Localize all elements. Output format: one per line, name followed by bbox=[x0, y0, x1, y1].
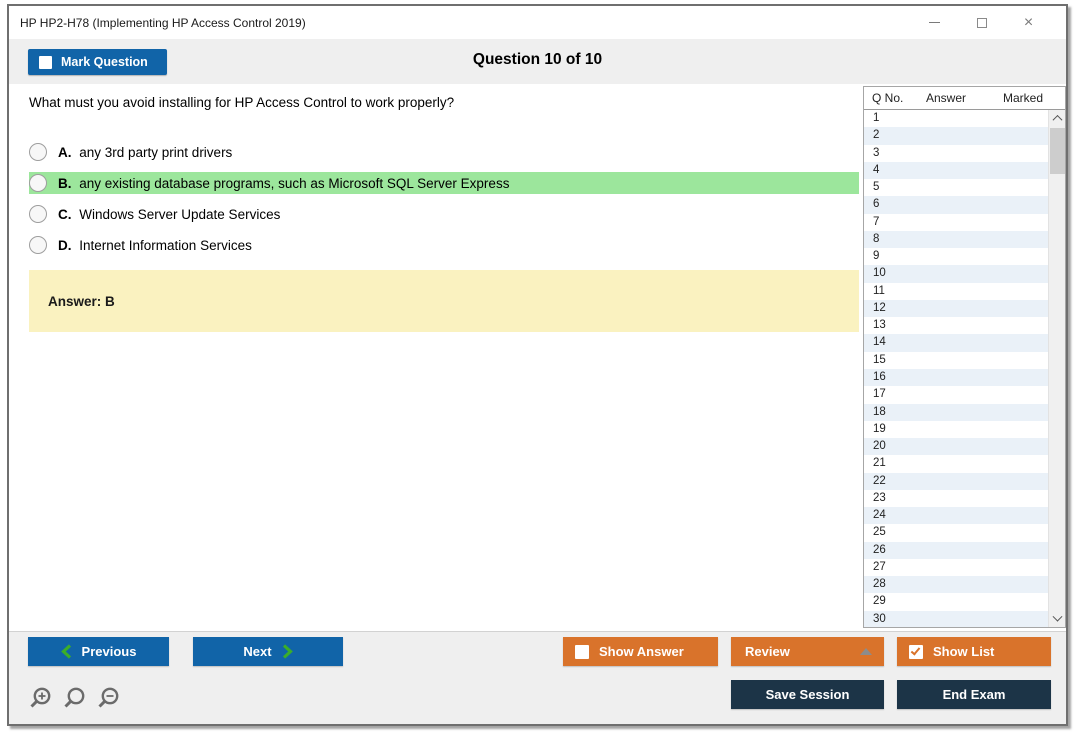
question-list-row[interactable]: 10 bbox=[864, 265, 1048, 283]
window-controls: × bbox=[911, 6, 1052, 39]
zoom-out-icon[interactable] bbox=[96, 686, 121, 711]
question-list-row[interactable]: 13 bbox=[864, 317, 1048, 334]
question-counter: Question 10 of 10 bbox=[472, 51, 603, 68]
end-exam-button[interactable]: End Exam bbox=[897, 680, 1051, 709]
option-label: B. any existing database programs, such … bbox=[58, 175, 510, 191]
question-list-row[interactable]: 14 bbox=[864, 334, 1048, 352]
show-list-checkbox[interactable] bbox=[909, 644, 923, 659]
option-radio[interactable] bbox=[29, 205, 47, 223]
option-label: A. any 3rd party print drivers bbox=[58, 144, 233, 160]
question-list-row[interactable]: 1 bbox=[864, 110, 1048, 127]
option-radio[interactable] bbox=[29, 143, 47, 161]
show-list-button[interactable]: Show List bbox=[897, 637, 1051, 666]
previous-button[interactable]: Previous bbox=[28, 637, 169, 666]
question-text: What must you avoid installing for HP Ac… bbox=[29, 95, 455, 110]
question-list-row[interactable]: 2 bbox=[864, 127, 1048, 145]
answer-text: Answer: B bbox=[48, 293, 115, 309]
scrollbar-thumb[interactable] bbox=[1050, 128, 1065, 174]
question-list-row[interactable]: 9 bbox=[864, 248, 1048, 265]
question-list-panel: Q No. Answer Marked 1 2 3 4 5 6 7 8 9 10 11 12 13 14 1… bbox=[863, 86, 1066, 628]
question-list-row[interactable]: 26 bbox=[864, 541, 1048, 559]
previous-label: Previous bbox=[81, 644, 137, 659]
question-list-row[interactable]: 7 bbox=[864, 214, 1048, 231]
option-radio[interactable] bbox=[29, 236, 47, 254]
question-list-row[interactable]: 18 bbox=[864, 403, 1048, 421]
question-list-header: Q No. Answer Marked bbox=[864, 87, 1065, 110]
question-list-row[interactable]: 28 bbox=[864, 576, 1048, 594]
save-session-button[interactable]: Save Session bbox=[731, 680, 884, 709]
chevron-left-icon bbox=[60, 644, 71, 659]
question-list-row[interactable]: 16 bbox=[864, 368, 1048, 387]
question-list-row[interactable]: 15 bbox=[864, 352, 1048, 369]
question-list-row[interactable]: 4 bbox=[864, 161, 1048, 180]
question-list-row[interactable]: 23 bbox=[864, 490, 1048, 507]
option-label: C. Windows Server Update Services bbox=[58, 206, 281, 222]
question-list-row[interactable]: 5 bbox=[864, 179, 1048, 196]
show-answer-checkbox[interactable] bbox=[575, 644, 589, 659]
option-row-a[interactable]: A. any 3rd party print drivers bbox=[29, 141, 859, 163]
question-list-row[interactable]: 22 bbox=[864, 472, 1048, 490]
close-button[interactable]: × bbox=[1005, 6, 1052, 39]
save-session-label: Save Session bbox=[765, 687, 850, 702]
show-answer-button[interactable]: Show Answer bbox=[563, 637, 718, 666]
minimize-button[interactable] bbox=[911, 6, 958, 39]
question-panel: What must you avoid installing for HP Ac… bbox=[9, 84, 863, 631]
option-row-b[interactable]: B. any existing database programs, such … bbox=[29, 172, 859, 194]
check-icon bbox=[910, 644, 921, 656]
question-list-row[interactable]: 8 bbox=[864, 230, 1048, 249]
review-label: Review bbox=[745, 644, 790, 659]
next-button[interactable]: Next bbox=[193, 637, 343, 666]
question-list-row[interactable]: 11 bbox=[864, 283, 1048, 300]
option-label: D. Internet Information Services bbox=[58, 237, 252, 253]
question-list-row[interactable]: 3 bbox=[864, 145, 1048, 162]
scroll-down-button[interactable] bbox=[1049, 611, 1065, 627]
footer-bar: Previous Next Show Answer Review Show Li… bbox=[9, 631, 1066, 724]
zoom-in-icon[interactable] bbox=[28, 686, 53, 711]
scroll-up-icon bbox=[1052, 114, 1063, 125]
question-list-row[interactable]: 30 bbox=[864, 610, 1048, 627]
question-list-body: 1 2 3 4 5 6 7 8 9 10 11 12 13 14 15 16 17 18 19 20 21 22 23 24 2… bbox=[864, 110, 1065, 627]
chevron-right-icon bbox=[282, 644, 293, 659]
minimize-icon bbox=[929, 22, 940, 23]
question-list-row[interactable]: 17 bbox=[864, 386, 1048, 403]
question-list-row[interactable]: 20 bbox=[864, 438, 1048, 456]
option-row-d[interactable]: D. Internet Information Services bbox=[29, 234, 859, 256]
question-list-row[interactable]: 25 bbox=[864, 524, 1048, 541]
scroll-up-button[interactable] bbox=[1049, 110, 1065, 126]
column-header-qno: Q No. bbox=[872, 91, 904, 105]
question-list-scrollbar[interactable] bbox=[1048, 110, 1065, 627]
option-radio[interactable] bbox=[29, 174, 47, 192]
next-label: Next bbox=[243, 644, 272, 659]
question-list-row[interactable]: 24 bbox=[864, 507, 1048, 525]
show-answer-label: Show Answer bbox=[599, 644, 684, 659]
window-title: HP HP2-H78 (Implementing HP Access Contr… bbox=[20, 15, 306, 30]
options-list: A. any 3rd party print drivers B. any exi… bbox=[29, 141, 863, 256]
maximize-button[interactable] bbox=[958, 6, 1005, 39]
zoom-icon[interactable] bbox=[62, 686, 87, 711]
question-list-row[interactable]: 21 bbox=[864, 455, 1048, 472]
question-list-row[interactable]: 12 bbox=[864, 299, 1048, 318]
zoom-controls bbox=[28, 686, 121, 711]
maximize-icon bbox=[976, 17, 987, 28]
question-rows: 1 2 3 4 5 6 7 8 9 10 11 12 13 14 15 16 17 18 19 20 21 22 23 24 2… bbox=[864, 110, 1065, 627]
triangle-up-icon bbox=[860, 648, 872, 655]
question-list-row[interactable]: 27 bbox=[864, 559, 1048, 576]
end-exam-label: End Exam bbox=[942, 687, 1006, 702]
header-bar: Mark Question Question 10 of 10 bbox=[9, 39, 1066, 84]
scroll-down-icon bbox=[1052, 611, 1063, 622]
column-header-answer: Answer bbox=[926, 91, 967, 105]
question-list-row[interactable]: 6 bbox=[864, 196, 1048, 214]
show-list-label: Show List bbox=[933, 644, 995, 659]
title-bar: HP HP2-H78 (Implementing HP Access Contr… bbox=[9, 6, 1066, 39]
answer-box: Answer: B bbox=[29, 270, 859, 332]
column-header-marked: Marked bbox=[1003, 91, 1044, 105]
option-row-c[interactable]: C. Windows Server Update Services bbox=[29, 203, 859, 225]
review-dropdown-button[interactable]: Review bbox=[731, 637, 884, 666]
content-area: What must you avoid installing for HP Ac… bbox=[9, 84, 1066, 631]
question-list-row[interactable]: 29 bbox=[864, 593, 1048, 610]
question-list-row[interactable]: 19 bbox=[864, 421, 1048, 438]
close-icon: × bbox=[1023, 13, 1034, 31]
exam-window: HP HP2-H78 (Implementing HP Access Contr… bbox=[7, 4, 1068, 726]
